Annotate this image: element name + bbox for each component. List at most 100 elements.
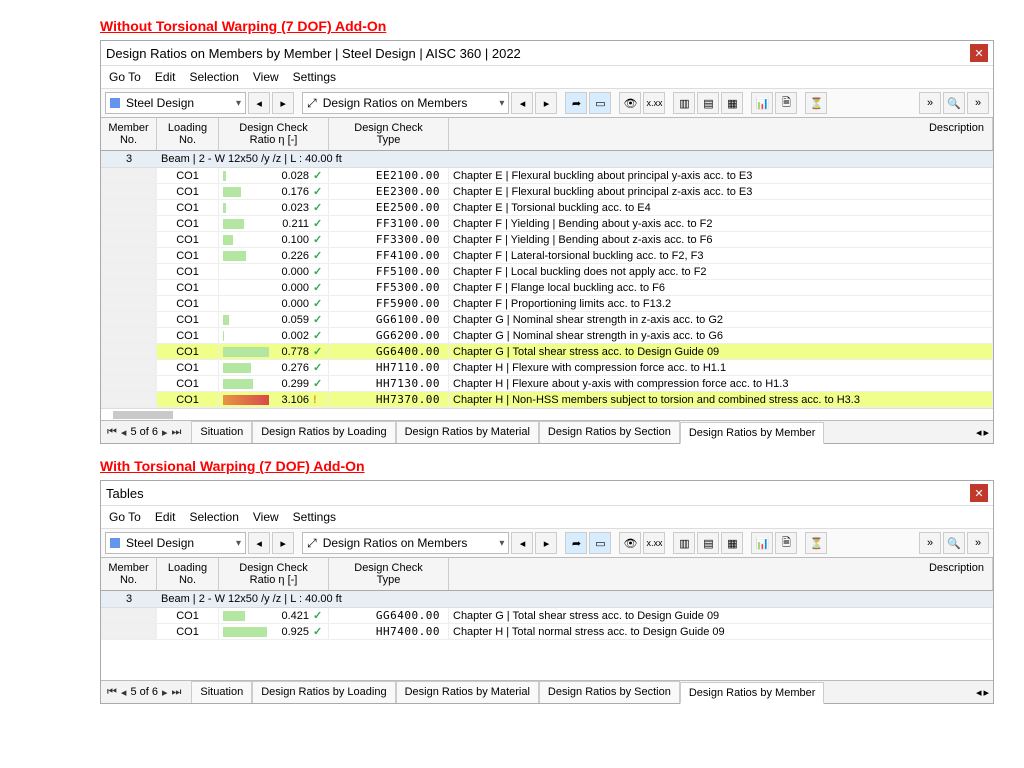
combo-design-ratios[interactable]: ⤢ Design Ratios on Members ▾: [302, 92, 509, 114]
table-row[interactable]: CO10.000✓FF5300.00Chapter F | Flange loc…: [101, 280, 993, 296]
next-page-button[interactable]: ▸: [162, 686, 168, 699]
nav-prev-button[interactable]: ◂: [248, 92, 270, 114]
table-row[interactable]: CO10.000✓FF5100.00Chapter F | Local buck…: [101, 264, 993, 280]
tab-scroll-left[interactable]: ◂: [976, 686, 982, 699]
next-page-button[interactable]: ▸: [162, 426, 168, 439]
tool-text-button[interactable]: x.xx: [643, 92, 665, 114]
check-icon: ✓: [313, 265, 322, 278]
table-row[interactable]: CO10.028✓EE2100.00Chapter E | Flexural b…: [101, 168, 993, 184]
table-row[interactable]: CO10.176✓EE2300.00Chapter E | Flexural b…: [101, 184, 993, 200]
nav-prev-button[interactable]: ◂: [511, 532, 533, 554]
first-page-button[interactable]: ⏮: [107, 426, 117, 439]
table-row[interactable]: CO10.226✓FF4100.00Chapter F | Lateral-to…: [101, 248, 993, 264]
tab-design-ratios-by-section[interactable]: Design Ratios by Section: [539, 681, 680, 703]
tool-select-button[interactable]: ▭: [589, 532, 611, 554]
table-row[interactable]: CO10.276✓HH7110.00Chapter H | Flexure wi…: [101, 360, 993, 376]
menu-view[interactable]: View: [253, 510, 279, 524]
more2-button[interactable]: »: [967, 92, 989, 114]
menu-edit[interactable]: Edit: [155, 510, 176, 524]
tab-scroll-right[interactable]: ▸: [983, 686, 989, 699]
cell-loading: CO1: [157, 184, 219, 199]
cell-desc: Chapter G | Total shear stress acc. to D…: [449, 344, 993, 359]
layout-b-button[interactable]: ▤: [697, 92, 719, 114]
table-row[interactable]: CO10.000✓FF5900.00Chapter F | Proportion…: [101, 296, 993, 312]
nav-prev-button[interactable]: ◂: [511, 92, 533, 114]
export-button[interactable]: 🗎: [775, 532, 797, 554]
tab-situation[interactable]: Situation: [191, 421, 252, 443]
combo-steel-design[interactable]: Steel Design ▾: [105, 532, 246, 554]
menu-selection[interactable]: Selection: [190, 70, 239, 84]
menu-settings[interactable]: Settings: [293, 70, 336, 84]
find-button[interactable]: 🔍: [943, 532, 965, 554]
nav-prev-button[interactable]: ◂: [248, 532, 270, 554]
cell-ratio: 0.028✓: [219, 168, 329, 183]
tab-scroll-left[interactable]: ◂: [976, 426, 982, 439]
more-button[interactable]: »: [919, 92, 941, 114]
combo-design-ratios[interactable]: ⤢ Design Ratios on Members ▾: [302, 532, 509, 554]
cell-member: [101, 232, 157, 247]
tool-select-button[interactable]: ▭: [589, 92, 611, 114]
cell-ratio: 0.211✓: [219, 216, 329, 231]
table-row[interactable]: CO10.059✓GG6100.00Chapter G | Nominal sh…: [101, 312, 993, 328]
table-row[interactable]: CO10.023✓EE2500.00Chapter E | Torsional …: [101, 200, 993, 216]
table-row[interactable]: CO10.925✓HH7400.00Chapter H | Total norm…: [101, 624, 993, 640]
beam-row[interactable]: 3 Beam | 2 - W 12x50 /y /z | L : 40.00 f…: [101, 151, 993, 168]
export-button[interactable]: 🗎: [775, 92, 797, 114]
nav-next-button[interactable]: ▸: [535, 532, 557, 554]
table-row[interactable]: CO10.002✓GG6200.00Chapter G | Nominal sh…: [101, 328, 993, 344]
menu-selection[interactable]: Selection: [190, 510, 239, 524]
tab-design-ratios-by-member[interactable]: Design Ratios by Member: [680, 422, 825, 444]
layout-b-button[interactable]: ▤: [697, 532, 719, 554]
tool-text-button[interactable]: x.xx: [643, 532, 665, 554]
tab-design-ratios-by-loading[interactable]: Design Ratios by Loading: [252, 681, 395, 703]
close-button[interactable]: ✕: [970, 484, 988, 502]
tab-design-ratios-by-material[interactable]: Design Ratios by Material: [396, 421, 539, 443]
tool-pointer-button[interactable]: ➦: [565, 92, 587, 114]
combo-steel-design[interactable]: Steel Design ▾: [105, 92, 246, 114]
filter-button[interactable]: ⏳: [805, 532, 827, 554]
menu-edit[interactable]: Edit: [155, 70, 176, 84]
tool-pointer-button[interactable]: ➦: [565, 532, 587, 554]
table-row[interactable]: CO10.778✓GG6400.00Chapter G | Total shea…: [101, 344, 993, 360]
beam-row[interactable]: 3 Beam | 2 - W 12x50 /y /z | L : 40.00 f…: [101, 591, 993, 608]
tab-design-ratios-by-material[interactable]: Design Ratios by Material: [396, 681, 539, 703]
tool-zoom-button[interactable]: 👁: [619, 92, 641, 114]
filter-button[interactable]: ⏳: [805, 92, 827, 114]
layout-c-button[interactable]: ▦: [721, 532, 743, 554]
menu-settings[interactable]: Settings: [293, 510, 336, 524]
more2-button[interactable]: »: [967, 532, 989, 554]
nav-next-button[interactable]: ▸: [535, 92, 557, 114]
table-row[interactable]: CO10.211✓FF3100.00Chapter F | Yielding |…: [101, 216, 993, 232]
more-button[interactable]: »: [919, 532, 941, 554]
nav-next-button[interactable]: ▸: [272, 92, 294, 114]
tab-design-ratios-by-section[interactable]: Design Ratios by Section: [539, 421, 680, 443]
table-row[interactable]: CO10.299✓HH7130.00Chapter H | Flexure ab…: [101, 376, 993, 392]
last-page-button[interactable]: ⏭: [172, 426, 182, 439]
text-xxx-icon: x.xx: [646, 98, 662, 108]
tab-design-ratios-by-member[interactable]: Design Ratios by Member: [680, 682, 825, 704]
last-page-button[interactable]: ⏭: [172, 686, 182, 699]
menu-view[interactable]: View: [253, 70, 279, 84]
first-page-button[interactable]: ⏮: [107, 686, 117, 699]
find-button[interactable]: 🔍: [943, 92, 965, 114]
table-row[interactable]: CO10.421✓GG6400.00Chapter G | Total shea…: [101, 608, 993, 624]
nav-next-button[interactable]: ▸: [272, 532, 294, 554]
tab-situation[interactable]: Situation: [191, 681, 252, 703]
menu-goto[interactable]: Go To: [109, 510, 141, 524]
prev-page-button[interactable]: ◂: [121, 686, 127, 699]
tab-design-ratios-by-loading[interactable]: Design Ratios by Loading: [252, 421, 395, 443]
table-row[interactable]: CO10.100✓FF3300.00Chapter F | Yielding |…: [101, 232, 993, 248]
close-button[interactable]: ✕: [970, 44, 988, 62]
tool-zoom-button[interactable]: 👁: [619, 532, 641, 554]
prev-page-button[interactable]: ◂: [121, 426, 127, 439]
menu-goto[interactable]: Go To: [109, 70, 141, 84]
table-row[interactable]: CO13.106!HH7370.00Chapter H | Non-HSS me…: [101, 392, 993, 408]
chart-button[interactable]: 📊: [751, 92, 773, 114]
layout-c-button[interactable]: ▦: [721, 92, 743, 114]
layout-a-button[interactable]: ▥: [673, 532, 695, 554]
tab-scroll-right[interactable]: ▸: [983, 426, 989, 439]
h-scrollbar[interactable]: [101, 408, 993, 420]
cell-member: [101, 184, 157, 199]
chart-button[interactable]: 📊: [751, 532, 773, 554]
layout-a-button[interactable]: ▥: [673, 92, 695, 114]
